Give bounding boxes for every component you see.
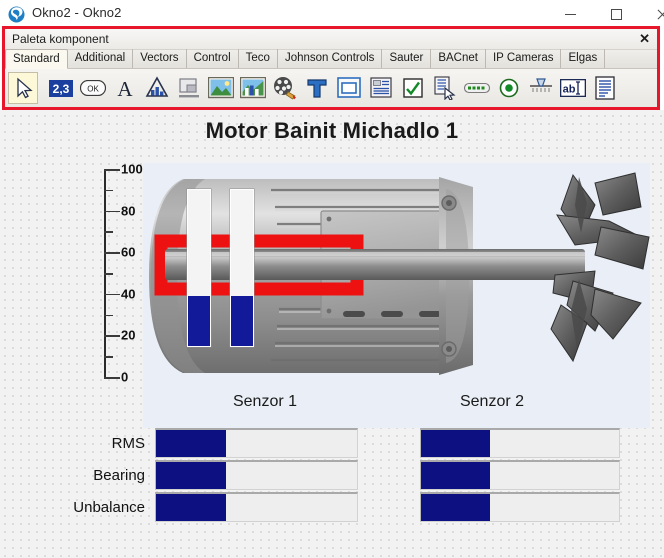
sensor-1-bar-bearing [155,460,358,490]
palette-tab-johnson-controls[interactable]: Johnson Controls [278,49,383,68]
pointer-select-icon[interactable] [8,72,38,104]
window-title: Okno2 - Okno2 [32,5,122,20]
panel-frame-icon[interactable] [174,72,204,104]
motor-bar-gauge-2 [230,189,254,347]
design-canvas[interactable]: Motor Bainit Michadlo 1 0 20 40 60 80 100 [0,110,664,558]
palette-tab-additional[interactable]: Additional [68,49,134,68]
list-table-icon[interactable] [366,72,396,104]
scale-tick-label: 0 [121,369,129,385]
scale-tick-label: 80 [121,203,136,219]
svg-text:OK: OK [87,85,99,94]
svg-text:2,3: 2,3 [53,82,70,96]
palette-toolbar: 2,3 OK A ab [5,69,657,107]
minimize-icon [564,14,576,15]
bar-fill [421,494,491,521]
sensor-row-label: Bearing [93,467,145,484]
numeric-value-icon[interactable]: 2,3 [46,72,76,104]
image-picture-icon[interactable] [206,72,236,104]
scale-minor-tick [104,356,113,358]
palette-caption-bar: Paleta komponent ✕ [5,29,657,50]
palette-color-icon[interactable] [270,72,300,104]
scale-tick-label: 100 [121,161,143,177]
button-ok-icon[interactable]: OK [78,72,108,104]
palette-tab-ip-cameras[interactable]: IP Cameras [486,49,562,68]
scale-major-tick [104,210,120,213]
progress-bar-icon[interactable] [462,72,492,104]
sensor-row-label: RMS [111,435,145,452]
radio-button-icon[interactable] [494,72,524,104]
scale-major-tick [104,377,120,379]
sensor-2-bar-unbalance [420,492,620,522]
form-click-icon[interactable] [430,72,460,104]
window-close-button[interactable] [641,0,664,29]
window-maximize-button[interactable] [595,0,637,29]
page-title: Motor Bainit Michadlo 1 [205,118,459,143]
scale-minor-tick [104,189,113,192]
sensor-1-bar-unbalance [155,492,358,522]
vertical-scale-gauge: 0 20 40 60 80 100 [96,161,143,432]
slider-trackbar-icon[interactable] [526,72,556,104]
sensor-2-bar-rms [420,428,620,458]
edit-textbox-icon[interactable]: ab [558,72,588,104]
close-icon [656,9,664,21]
palette-tab-sauter[interactable]: Sauter [382,49,432,68]
bar-fill [156,430,227,457]
scale-tick-label: 60 [121,244,136,260]
sensor-2-header: Senzor 2 [459,393,525,410]
sensor-row-label: Unbalance [73,499,145,516]
palette-title: Paleta komponent [12,32,109,46]
bar-fill [421,430,491,457]
scale-major-tick [104,252,120,254]
app-logo-icon [8,6,25,23]
window-container-icon[interactable] [334,72,364,104]
scale-minor-tick [104,231,113,233]
sensor-1-bar-rms [155,428,358,458]
bar-graph-icon[interactable] [142,72,172,104]
maximize-icon [610,9,622,20]
scale-major-tick [104,293,120,296]
svg-text:A: A [117,77,133,99]
palette-close-button[interactable]: ✕ [639,31,650,47]
palette-tab-vectors[interactable]: Vectors [133,49,187,68]
palette-tab-standard[interactable]: Standard [5,49,68,69]
motor-bar-gauge-1-fill [188,296,210,346]
scale-tick-label: 40 [121,286,136,302]
bar-fill [421,462,491,489]
window-minimize-button[interactable] [549,0,591,29]
bar-fill [156,494,227,521]
scale-major-tick [104,169,120,171]
scale-minor-tick [104,273,113,275]
motor-bar-gauge-1 [187,189,211,347]
scale-major-tick [104,335,120,337]
memo-document-icon[interactable] [590,72,620,104]
text-label-icon[interactable]: A [110,72,140,104]
component-palette-window: Paleta komponent ✕ Standard Additional Vec… [2,26,660,110]
palette-tab-elgas[interactable]: Elgas [561,49,606,68]
text-tool-icon[interactable] [302,72,332,104]
svg-text:ab: ab [563,84,576,96]
palette-tab-bacnet[interactable]: BACnet [431,49,486,68]
window-titlebar: Okno2 - Okno2 [0,0,664,29]
bar-fill [156,462,227,489]
palette-tab-control[interactable]: Control [187,49,239,68]
palette-tabstrip: Standard Additional Vectors Control Teco John… [5,49,657,69]
motor-bar-gauge-2-fill [231,296,253,346]
motor-illustration [143,163,650,428]
sensor-1-header: Senzor 1 [232,393,298,410]
image-chart-icon[interactable] [238,72,268,104]
sensor-2-bar-bearing [420,460,620,490]
checkbox-icon[interactable] [398,72,428,104]
palette-tab-teco[interactable]: Teco [239,49,278,68]
scale-tick-label: 20 [121,327,136,343]
scale-minor-tick [104,314,113,317]
